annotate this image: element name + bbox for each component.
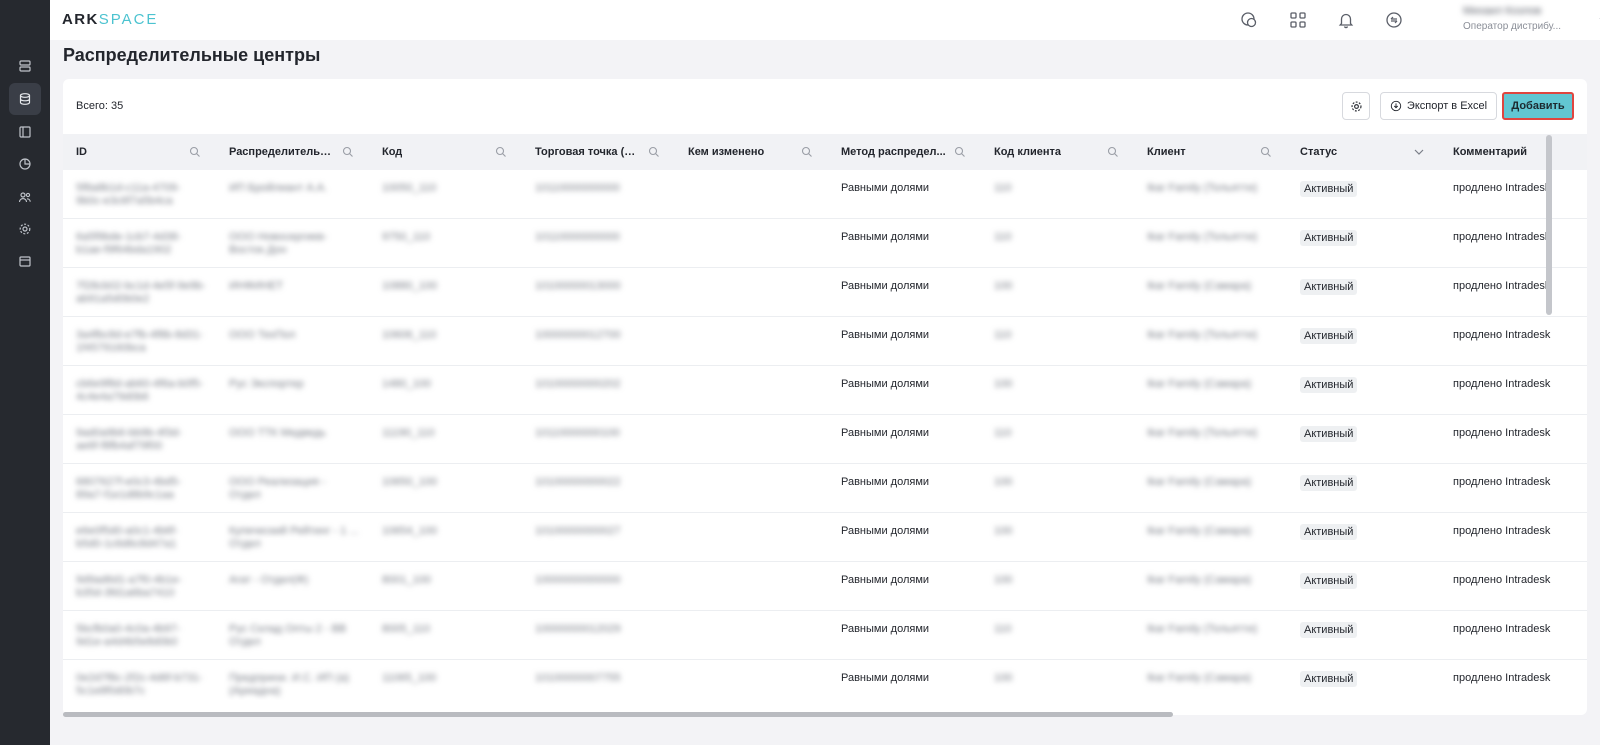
table-row[interactable]: 9ad0a9b6-bb9b-4f3d-ae6f-f8fb4af79f00 ООО… — [63, 415, 1587, 464]
search-icon[interactable] — [342, 146, 354, 158]
table-row[interactable]: 5bcfb0a0-4c0a-4b97-9d1e-a4d4b5e8d0b0 Рус… — [63, 611, 1587, 660]
search-icon[interactable] — [954, 146, 966, 158]
page-title: Распределительные центры — [63, 45, 321, 65]
user-name: Михаил Козлов — [1463, 5, 1542, 17]
top-header: ARKSPACE Михаил Козлов Оператор дистрибу… — [50, 0, 1600, 40]
chevron-down-icon[interactable] — [1413, 146, 1425, 158]
apps-grid-icon[interactable] — [1288, 10, 1308, 30]
bell-icon[interactable] — [1336, 10, 1356, 30]
table-settings-button[interactable] — [1342, 92, 1370, 120]
column-header-changed-by[interactable]: Кем изменено — [688, 134, 793, 170]
chat-icon[interactable] — [1239, 10, 1259, 30]
column-header-code[interactable]: Код — [382, 134, 482, 170]
horizontal-scrollbar[interactable] — [63, 712, 1173, 717]
users-icon — [18, 192, 31, 203]
total-count: Всего: 35 — [76, 100, 124, 112]
search-icon[interactable] — [1260, 146, 1272, 158]
table-card: Всего: 35 Экспорт в Excel Добавить ID Ра… — [63, 79, 1587, 715]
vertical-scrollbar[interactable] — [1546, 135, 1552, 315]
status-badge: Активный — [1300, 377, 1358, 393]
column-header-client-code[interactable]: Код клиента — [994, 134, 1099, 170]
column-header-status[interactable]: Статус — [1300, 134, 1405, 170]
table-header: ID Распределительн... Код Торговая точка… — [63, 134, 1587, 170]
status-badge: Активный — [1300, 230, 1358, 246]
layout-icon — [19, 126, 31, 138]
column-header-client[interactable]: Клиент — [1147, 134, 1252, 170]
status-badge: Активный — [1300, 622, 1358, 638]
table-row[interactable]: e6e0f5d0-a0c1-4b6f-b5d0-1c6d6c8d47a1 Куп… — [63, 513, 1587, 562]
table-row[interactable]: 7f28cb02-bc1d-4e5f-9e9b-ab91a5d0b0e2 ИНФ… — [63, 268, 1587, 317]
sidebar-item-servers[interactable] — [9, 50, 41, 82]
sidebar-item-database[interactable] — [9, 83, 41, 115]
status-badge: Активный — [1300, 328, 1358, 344]
status-badge: Активный — [1300, 573, 1358, 589]
export-excel-label: Экспорт в Excel — [1406, 100, 1488, 112]
column-header-distribution-center[interactable]: Распределительн... — [229, 134, 334, 170]
status-badge: Активный — [1300, 426, 1358, 442]
export-excel-button[interactable]: Экспорт в Excel — [1380, 92, 1497, 120]
table-row[interactable]: 3a4fbc8d-e7fb-4f8b-8d31-1f4579160bca ООО… — [63, 317, 1587, 366]
sidebar-item-settings[interactable] — [9, 213, 41, 245]
app-logo[interactable]: ARKSPACE — [62, 11, 158, 28]
table-row[interactable]: 5f8a8b1d-c11a-4709-9b0c-e3c6f7a5b4ca ИП … — [63, 170, 1587, 219]
table-body: 5f8a8b1d-c11a-4709-9b0c-e3c6f7a5b4ca ИП … — [63, 170, 1587, 700]
add-button[interactable]: Добавить — [1502, 92, 1574, 120]
table-row[interactable]: 9d9ad6d1-a7f0-4b1e-b35d-3fd1a6ba7410 Ага… — [63, 562, 1587, 611]
sidebar-item-layout[interactable] — [9, 116, 41, 148]
column-header-comment[interactable]: Комментарий — [1453, 134, 1573, 170]
column-header-method[interactable]: Метод распредел... — [841, 134, 946, 170]
table-row[interactable]: 0e2d7f8c-2f2c-4d6f-b731-5c1e8f0d0b7c Пре… — [63, 660, 1587, 700]
table-row[interactable]: 6807627f-e0c3-4bd5-89a7-f1e1d8b9c1aa ООО… — [63, 464, 1587, 513]
user-menu[interactable]: Михаил Козлов Оператор дистрибу... — [1463, 5, 1573, 35]
column-header-outlet[interactable]: Торговая точка (о... — [535, 134, 640, 170]
status-badge: Активный — [1300, 181, 1358, 197]
status-badge: Активный — [1300, 279, 1358, 295]
search-icon[interactable] — [648, 146, 660, 158]
user-role: Оператор дистрибу... — [1463, 21, 1562, 32]
gear-icon — [1350, 100, 1362, 112]
table-row[interactable]: 6a5f9bde-1cb7-4d38-b1ae-f9f64bda1902 ООО… — [63, 219, 1587, 268]
gear-icon — [19, 223, 31, 235]
search-icon[interactable] — [801, 146, 813, 158]
status-badge: Активный — [1300, 671, 1358, 687]
column-header-id[interactable]: ID — [76, 134, 196, 170]
sidebar-item-users[interactable] — [9, 181, 41, 213]
sidebar-item-calendar[interactable] — [9, 245, 41, 277]
status-badge: Активный — [1300, 475, 1358, 491]
pie-chart-icon — [19, 158, 31, 170]
database-icon — [19, 93, 31, 105]
table-row[interactable]: cb6e9f8d-ab60-4f6a-b0f5-4c4e4a79d0b6 Рус… — [63, 366, 1587, 415]
calendar-icon — [19, 256, 31, 267]
exchange-icon[interactable] — [1384, 10, 1404, 30]
sidebar — [0, 0, 50, 745]
search-icon[interactable] — [189, 146, 201, 158]
server-icon — [19, 60, 31, 72]
search-icon[interactable] — [495, 146, 507, 158]
download-icon — [1390, 100, 1402, 112]
search-icon[interactable] — [1107, 146, 1119, 158]
status-badge: Активный — [1300, 524, 1358, 540]
sidebar-item-reports[interactable] — [9, 148, 41, 180]
